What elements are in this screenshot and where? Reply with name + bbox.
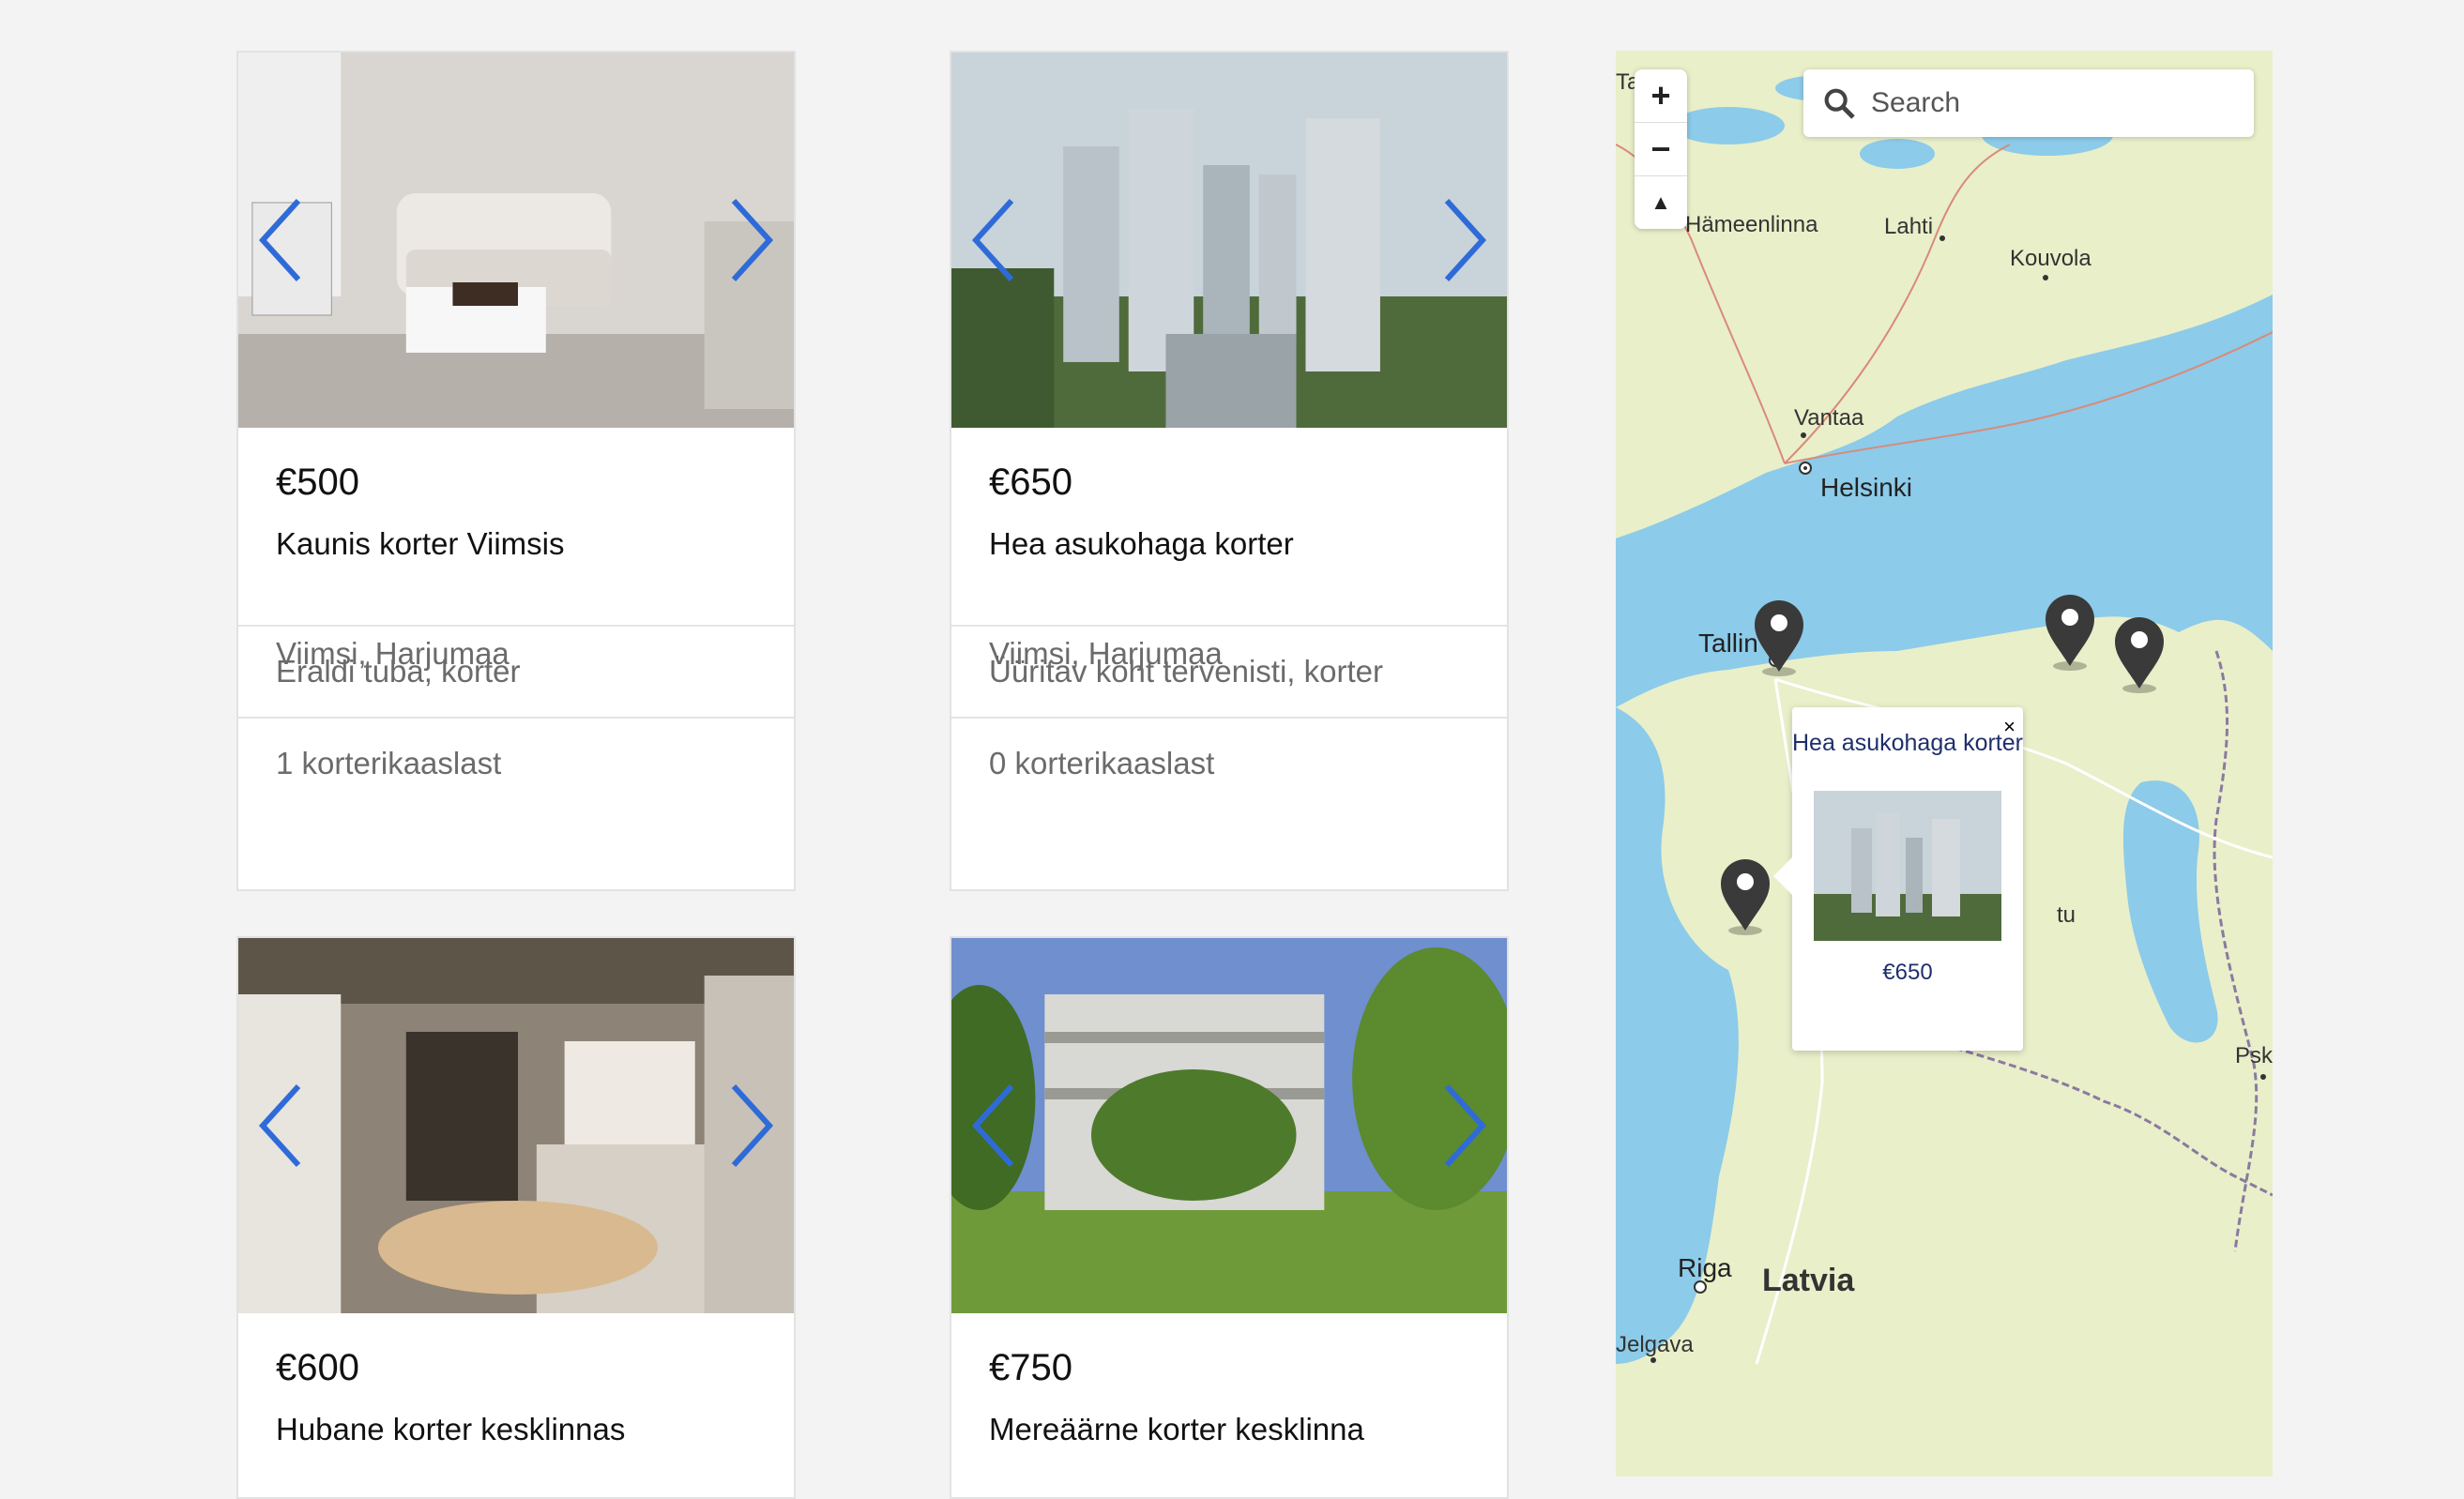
map-label-kouvola: Kouvola bbox=[2010, 246, 2091, 271]
map-label-tallinn: Tallin bbox=[1698, 628, 1758, 658]
popup-close-button[interactable]: × bbox=[2003, 715, 2015, 739]
search-icon bbox=[1824, 88, 1855, 119]
popup-price: €650 bbox=[1882, 960, 1933, 985]
zoom-in-button[interactable]: + bbox=[1635, 69, 1687, 123]
prev-photo-button[interactable] bbox=[963, 193, 1028, 287]
map-popup: × Hea asukohaga korter €650 bbox=[1773, 707, 2023, 1051]
map-label-lahti: Lahti bbox=[1884, 214, 1934, 239]
map-label-pskov: Psk bbox=[2235, 1043, 2273, 1068]
next-photo-button[interactable] bbox=[1430, 1079, 1496, 1173]
listing-title[interactable]: Hubane korter kesklinnas bbox=[276, 1412, 756, 1447]
listing-card-1[interactable]: €500 Kaunis korter Viimsis Viimsi, Harju… bbox=[236, 51, 796, 891]
prev-photo-button[interactable] bbox=[250, 1079, 315, 1173]
prev-photo-button[interactable] bbox=[963, 1079, 1028, 1173]
map-pin-tallinn[interactable] bbox=[1753, 598, 1805, 677]
map-label-vantaa: Vantaa bbox=[1794, 405, 1864, 431]
listing-title[interactable]: Mereäärne korter kesklinna bbox=[989, 1412, 1469, 1447]
listing-info: €750 Mereäärne korter kesklinna bbox=[951, 1313, 1507, 1447]
popup-tail bbox=[1773, 857, 1792, 895]
listing-photo bbox=[951, 53, 1507, 428]
next-photo-button[interactable] bbox=[1430, 193, 1496, 287]
next-photo-button[interactable] bbox=[717, 1079, 783, 1173]
compass-button[interactable]: ▲ bbox=[1635, 176, 1687, 229]
popup-thumbnail[interactable] bbox=[1814, 791, 2001, 941]
listing-roommates: 1 korterikaaslast bbox=[238, 717, 794, 809]
map-label-helsinki: Helsinki bbox=[1820, 473, 1913, 502]
map-label-riga: Riga bbox=[1678, 1253, 1732, 1282]
map-search-box bbox=[1803, 69, 2254, 137]
listing-roommates: 0 korterikaaslast bbox=[951, 717, 1507, 809]
listing-card-3[interactable]: €600 Hubane korter kesklinnas bbox=[236, 936, 796, 1499]
listing-card-4[interactable]: €750 Mereäärne korter kesklinna bbox=[950, 936, 1509, 1499]
map-search-input[interactable] bbox=[1869, 86, 2229, 120]
listing-price: €500 bbox=[276, 462, 359, 503]
listing-photo bbox=[238, 53, 794, 428]
listing-location: Viimsi, Harjumaa bbox=[989, 636, 1223, 671]
map-view[interactable]: Ta Hämeenlinna Lahti Kouvola Vantaa Hels… bbox=[1616, 51, 2273, 1476]
listing-card-2[interactable]: €650 Hea asukohaga korter Viimsi, Harjum… bbox=[950, 51, 1509, 891]
map-label-latvia: Latvia bbox=[1762, 1263, 1855, 1298]
listing-title[interactable]: Hea asukohaga korter bbox=[989, 526, 1469, 562]
listing-price: €750 bbox=[989, 1347, 1072, 1388]
listing-info: €500 Kaunis korter Viimsis Viimsi, Harju… bbox=[238, 428, 794, 671]
map-pin-4[interactable] bbox=[1719, 857, 1772, 936]
map-label-jelgava: Jelgava bbox=[1616, 1332, 1694, 1357]
listing-photo bbox=[238, 938, 794, 1313]
listing-price: €650 bbox=[989, 462, 1072, 503]
map-label-tartu: tu bbox=[2057, 902, 2076, 928]
map-pin-2[interactable] bbox=[2044, 593, 2096, 672]
prev-photo-button[interactable] bbox=[250, 193, 315, 287]
popup-title[interactable]: Hea asukohaga korter bbox=[1792, 730, 2023, 757]
listing-info: €650 Hea asukohaga korter Viimsi, Harjum… bbox=[951, 428, 1507, 671]
map-label-hameenlinna: Hämeenlinna bbox=[1685, 212, 1818, 237]
map-pin-3[interactable] bbox=[2113, 615, 2166, 694]
listing-info: €600 Hubane korter kesklinnas bbox=[238, 1313, 794, 1447]
map-zoom-controls: + − ▲ bbox=[1635, 69, 1687, 229]
listing-photo bbox=[951, 938, 1507, 1313]
listing-price: €600 bbox=[276, 1347, 359, 1388]
listing-location: Viimsi, Harjumaa bbox=[276, 636, 510, 671]
listing-title[interactable]: Kaunis korter Viimsis bbox=[276, 526, 756, 562]
zoom-out-button[interactable]: − bbox=[1635, 123, 1687, 176]
next-photo-button[interactable] bbox=[717, 193, 783, 287]
